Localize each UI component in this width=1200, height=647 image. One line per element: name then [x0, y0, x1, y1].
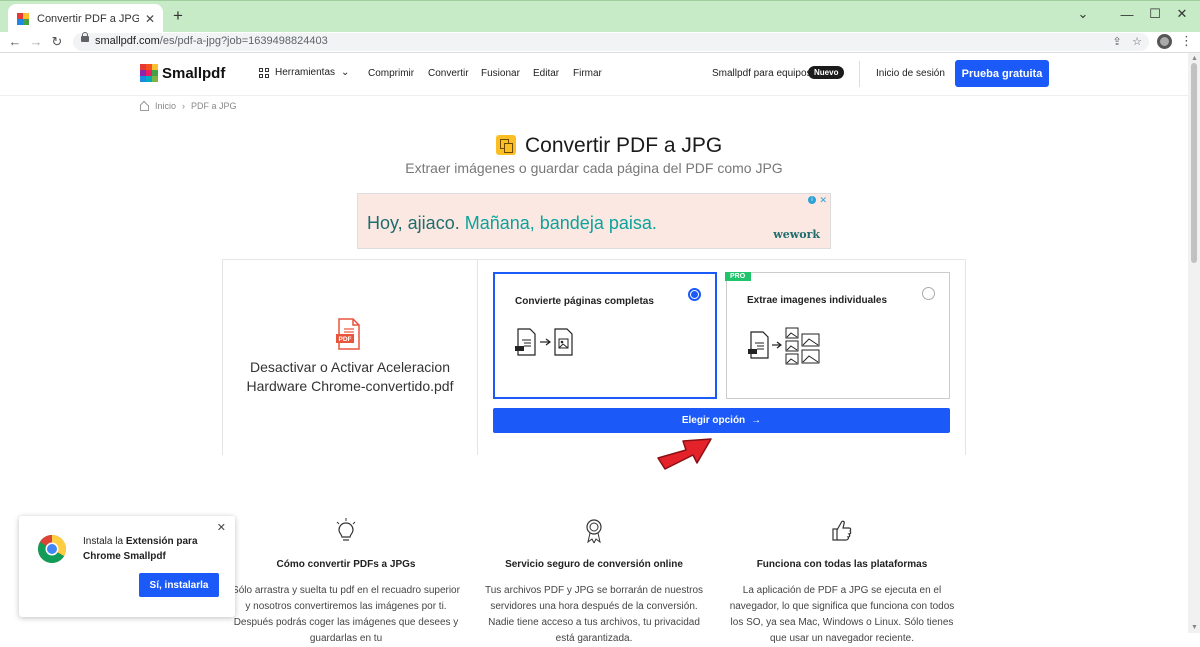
lock-icon	[81, 32, 89, 42]
nav-edit[interactable]: Editar	[533, 68, 559, 79]
option-extract-images[interactable]: PRO Extrae imagenes individuales	[725, 272, 950, 399]
browser-toolbar: ← → ↻ smallpdf.com/es/pdf-a-jpg?job=1639…	[0, 32, 1200, 53]
pdf-file-icon: PDF	[336, 318, 360, 350]
scroll-down-icon[interactable]: ▼	[1191, 624, 1198, 631]
pdf-tag-label: PDF	[339, 336, 352, 343]
breadcrumb-home[interactable]: Inicio	[155, 101, 176, 111]
extension-popup: ✕ Instala la Extensión para Chrome Small…	[19, 516, 235, 617]
ad-close-icon[interactable]: ✕	[819, 195, 827, 206]
home-icon	[140, 102, 149, 111]
nav-sign[interactable]: Firmar	[573, 68, 602, 79]
grid-icon	[259, 67, 269, 78]
choose-option-button[interactable]: Elegir opción →	[493, 408, 950, 433]
option-full-pages[interactable]: Convierte páginas completas	[493, 272, 717, 399]
back-arrow-icon[interactable]: ←	[6, 33, 24, 51]
nav-compress[interactable]: Comprimir	[368, 68, 414, 79]
new-tab-button[interactable]: +	[170, 7, 186, 25]
login-link[interactable]: Inicio de sesión	[876, 68, 945, 79]
pdf-to-jpg-tool-icon	[496, 135, 516, 155]
header-divider	[859, 61, 860, 87]
ad-text: Hoy, ajiaco. Mañana, bandeja paisa.	[367, 213, 657, 233]
feature-text: Tus archivos PDF y JPG se borrarán de nu…	[484, 585, 704, 644]
pro-badge: PRO	[725, 272, 752, 281]
tools-label: Herramientas	[275, 67, 336, 78]
tab-title: Convertir PDF a JPG – Convierte	[37, 12, 139, 25]
popup-text: Instala la Extensión para Chrome Smallpd…	[83, 536, 198, 562]
browser-tab-strip: Convertir PDF a JPG – Convierte ✕ + ⌄ — …	[0, 0, 1200, 33]
teams-link[interactable]: Smallpdf para equipos	[712, 68, 812, 79]
site-header: Smallpdf Herramientas ⌄ Comprimir Conver…	[0, 53, 1188, 96]
ad-brand-logo: wework	[773, 228, 820, 241]
scroll-up-icon[interactable]: ▲	[1191, 55, 1198, 62]
tab-close-icon[interactable]: ✕	[143, 12, 157, 26]
smallpdf-favicon-icon	[17, 12, 29, 25]
install-extension-button[interactable]: Sí, instalarla	[139, 573, 219, 597]
tab-search-icon[interactable]: ⌄	[1061, 1, 1105, 27]
feature-title: Funciona con todas las plataformas	[756, 559, 928, 570]
file-name: Desactivar o Activar Aceleracion Hardwar…	[246, 359, 454, 394]
lightbulb-icon	[336, 518, 356, 541]
close-window-button[interactable]: ✕	[1160, 1, 1200, 27]
popup-close-icon[interactable]: ✕	[217, 521, 226, 534]
reload-icon[interactable]: ↻	[48, 33, 66, 51]
chevron-down-icon: ⌄	[341, 67, 350, 78]
feature-title: Servicio seguro de conversión online	[505, 559, 683, 570]
arrow-right-icon: →	[751, 415, 762, 426]
smallpdf-logo-icon[interactable]	[140, 64, 158, 82]
feature-text: La aplicación de PDF a JPG se ejecuta en…	[729, 585, 955, 644]
chrome-logo-icon	[38, 535, 66, 563]
feature-title: Cómo convertir PDFs a JPGs	[276, 559, 416, 570]
feature-how-to: Cómo convertir PDFs a JPGs Sólo arrastra…	[231, 518, 461, 647]
full-page-convert-icon	[515, 328, 573, 356]
tools-menu[interactable]: Herramientas ⌄	[259, 67, 349, 78]
nav-merge[interactable]: Fusionar	[481, 68, 520, 79]
option-extract-images-label: Extrae imagenes individuales	[747, 295, 888, 306]
extract-images-icon	[748, 327, 820, 365]
url-text: smallpdf.com/es/pdf-a-jpg?job=1639498824…	[95, 35, 328, 47]
ad-info-icon[interactable]: i	[808, 196, 816, 204]
choose-option-label: Elegir opción	[681, 415, 746, 426]
radio-unselected[interactable]	[922, 287, 935, 300]
advertisement-banner[interactable]: Hoy, ajiaco. Mañana, bandeja paisa. i ✕ …	[357, 193, 831, 249]
bookmark-star-icon[interactable]: ☆	[1130, 35, 1144, 48]
breadcrumb-current[interactable]: PDF a JPG	[191, 101, 237, 111]
share-icon[interactable]: ⇪	[1110, 35, 1124, 48]
card-divider	[477, 259, 478, 455]
feature-security: Servicio seguro de conversión online Tus…	[479, 518, 709, 647]
award-icon	[586, 519, 602, 544]
breadcrumb: Inicio › PDF a JPG	[140, 101, 237, 111]
feature-text: Sólo arrastra y suelta tu pdf en el recu…	[232, 585, 460, 644]
nav-convert[interactable]: Convertir	[428, 68, 469, 79]
profile-avatar[interactable]	[1157, 34, 1172, 49]
breadcrumb-separator: ›	[182, 101, 186, 111]
free-trial-button[interactable]: Prueba gratuita	[955, 60, 1049, 87]
red-pointer-arrow-icon	[657, 438, 712, 470]
scrollbar-thumb[interactable]	[1191, 63, 1197, 263]
radio-selected[interactable]	[688, 288, 701, 301]
new-badge: Nuevo	[808, 66, 845, 79]
page-subtitle: Extraer imágenes o guardar cada página d…	[405, 160, 783, 176]
option-full-pages-label: Convierte páginas completas	[515, 296, 654, 307]
logo-text[interactable]: Smallpdf	[162, 65, 225, 82]
thumbs-up-icon	[832, 520, 852, 541]
page-title: Convertir PDF a JPG	[525, 134, 723, 157]
feature-platforms: Funciona con todas las plataformas La ap…	[727, 518, 957, 647]
browser-menu-icon[interactable]: ⋮	[1180, 33, 1193, 49]
address-bar[interactable]: smallpdf.com/es/pdf-a-jpg?job=1639498824…	[73, 32, 1149, 51]
page-scrollbar[interactable]: ▲ ▼	[1188, 53, 1200, 633]
browser-tab[interactable]: Convertir PDF a JPG – Convierte ✕	[8, 4, 163, 33]
forward-arrow-icon[interactable]: →	[27, 33, 45, 51]
